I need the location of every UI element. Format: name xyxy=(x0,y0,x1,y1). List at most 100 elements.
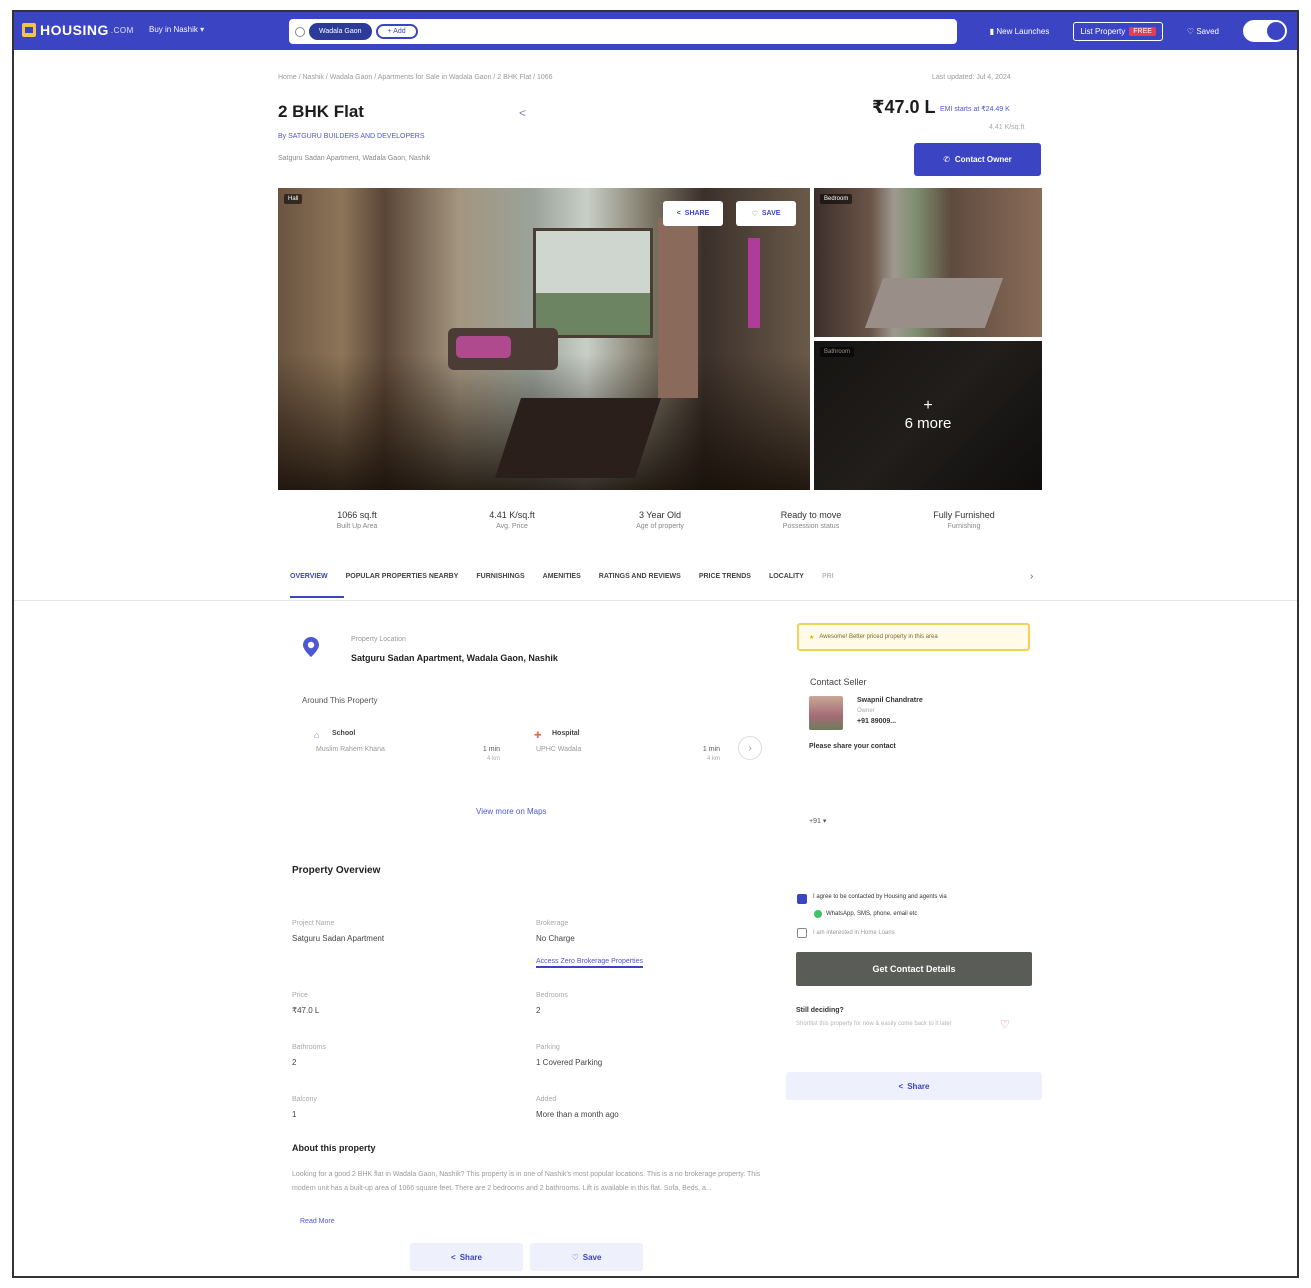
sidebar-share-button[interactable]: < Share xyxy=(786,1072,1042,1100)
seller-avatar xyxy=(809,696,843,730)
city-selector[interactable]: Buy in Nashik ▾ xyxy=(149,25,204,34)
photo-table xyxy=(495,398,661,478)
share-icon[interactable]: < xyxy=(519,106,526,120)
overview-value: 2 xyxy=(536,1006,541,1015)
overview-brokerage: Brokerage No Charge xyxy=(536,920,575,943)
tab-ratings[interactable]: RATINGS AND REVIEWS xyxy=(599,573,681,580)
chevron-right-icon[interactable]: › xyxy=(1030,571,1033,582)
logo-icon xyxy=(22,23,36,37)
country-code-select[interactable]: +91 ▾ xyxy=(809,817,826,825)
housing-logo[interactable]: HOUSING .COM xyxy=(22,22,134,38)
around-card-hospital[interactable]: ✚ Hospital UPHC Wadala 1 min 4 km xyxy=(522,718,732,778)
view-maps-link[interactable]: View more on Maps xyxy=(476,807,547,816)
new-launches-label: New Launches xyxy=(996,26,1050,36)
overview-label: Project Name xyxy=(292,920,335,927)
new-launches-link[interactable]: ▮ New Launches xyxy=(990,27,1050,36)
zero-brokerage-link[interactable]: Access Zero Brokerage Properties xyxy=(536,958,643,968)
search-bar[interactable]: Wadala Gaon + Add xyxy=(289,19,957,44)
emi-link[interactable]: EMI starts at ₹24.49 K xyxy=(940,105,1010,113)
avatar xyxy=(1267,22,1285,40)
highlight-value: 3 Year Old xyxy=(638,510,682,520)
about-title: About this property xyxy=(292,1143,376,1153)
around-title: Around This Property xyxy=(302,696,378,705)
highlight-label: Avg. Price xyxy=(496,523,528,530)
location-value: Satguru Sadan Apartment, Wadala Gaon, Na… xyxy=(351,653,558,663)
overview-title: Property Overview xyxy=(292,865,381,876)
side-photo-2[interactable]: Bathroom + 6 more xyxy=(814,341,1042,490)
home-loan-row: I am interested in Home Loans xyxy=(797,928,895,938)
saved-label: Saved xyxy=(1196,26,1219,36)
around-card-school[interactable]: ⌂ School Muslim Rahem Khana 1 min 4 km xyxy=(302,718,512,778)
saved-link[interactable]: ♡ Saved xyxy=(1187,27,1219,36)
bottom-share-button[interactable]: < Share xyxy=(410,1243,523,1271)
breadcrumb[interactable]: Home / Nashik / Wadala Gaon / Apartments… xyxy=(278,74,553,81)
tab-price-trends[interactable]: PRICE TRENDS xyxy=(699,573,751,580)
heart-icon[interactable]: ♡ xyxy=(1000,1018,1010,1031)
photo-save-button[interactable]: ♡ SAVE xyxy=(736,201,796,226)
highlight-label: Possession status xyxy=(782,523,840,530)
highlight-age: 3 Year Old Age of property xyxy=(585,510,735,530)
highlight-value: 1066 sq.ft xyxy=(337,510,377,520)
contact-owner-button[interactable]: ✆ Contact Owner xyxy=(914,143,1041,176)
seller-name: Swapnil Chandratre xyxy=(857,697,923,704)
tab-truncated[interactable]: PRI xyxy=(822,573,834,580)
bottom-save-button[interactable]: ♡ Save xyxy=(530,1243,643,1271)
overview-value: More than a month ago xyxy=(536,1110,619,1119)
overview-bedrooms: Bedrooms 2 xyxy=(536,992,568,1015)
agree-checkbox[interactable] xyxy=(797,894,807,904)
tab-popular-nearby[interactable]: POPULAR PROPERTIES NEARBY xyxy=(346,573,459,580)
around-time: 4 km xyxy=(706,756,720,762)
carousel-next-button[interactable]: › xyxy=(738,736,762,760)
get-contact-details-button[interactable]: Get Contact Details xyxy=(796,952,1032,986)
hospital-icon: ✚ xyxy=(534,730,542,740)
city-label: Buy in Nashik xyxy=(149,25,198,34)
location-label: Property Location xyxy=(351,636,406,643)
overview-value: 1 Covered Parking xyxy=(536,1058,603,1067)
active-tab-indicator xyxy=(290,596,344,598)
top-nav-bar: HOUSING .COM Buy in Nashik ▾ Wadala Gaon… xyxy=(14,12,1297,50)
seller-phone: +91 89009... xyxy=(857,718,897,725)
photo-share-button[interactable]: < SHARE xyxy=(663,201,723,226)
locality-chip[interactable]: Wadala Gaon xyxy=(309,23,372,40)
overview-added: Added More than a month ago xyxy=(536,1096,619,1119)
profile-menu[interactable] xyxy=(1243,20,1287,42)
photo-tag: Hall xyxy=(284,194,303,204)
tab-furnishings[interactable]: FURNISHINGS xyxy=(476,573,524,580)
still-deciding-title: Still deciding? xyxy=(796,1007,844,1014)
heart-icon: ♡ xyxy=(571,1252,579,1262)
around-name: Muslim Rahem Khana xyxy=(316,746,385,753)
bottom-share-label: Share xyxy=(459,1252,482,1262)
overview-value: 1 xyxy=(292,1110,297,1119)
overview-parking: Parking 1 Covered Parking xyxy=(536,1044,602,1067)
agree-row: I agree to be contacted by Housing and a… xyxy=(797,894,1037,904)
share-icon: < xyxy=(676,210,681,217)
last-updated: Last updated: Jul 4, 2024 xyxy=(932,74,1011,81)
tab-locality[interactable]: LOCALITY xyxy=(769,573,804,580)
add-locality-button[interactable]: + Add xyxy=(375,24,418,39)
location-pin-icon xyxy=(303,637,319,657)
around-type: School xyxy=(332,730,356,737)
tab-overview[interactable]: OVERVIEW xyxy=(290,573,328,580)
channels-text: WhatsApp, SMS, phone, email etc xyxy=(826,911,918,917)
heart-icon: ♡ xyxy=(751,210,758,218)
overview-value: Satguru Sadan Apartment xyxy=(292,934,385,943)
photo-curtain xyxy=(658,218,698,398)
seller-role: Owner xyxy=(857,708,875,714)
home-loan-checkbox[interactable] xyxy=(797,928,807,938)
home-loan-text: I am interested in Home Loans xyxy=(813,930,895,936)
list-property-button[interactable]: List Property FREE xyxy=(1073,21,1163,41)
main-photo[interactable]: Hall < SHARE ♡ SAVE xyxy=(278,188,810,490)
more-photos-overlay[interactable]: + 6 more xyxy=(814,341,1042,490)
share-contact-prompt: Please share your contact xyxy=(809,743,896,750)
section-tabs: OVERVIEW POPULAR PROPERTIES NEARBY FURNI… xyxy=(290,573,834,580)
read-more-link[interactable]: Read More xyxy=(300,1218,335,1225)
highlight-label: Built Up Area xyxy=(336,523,378,530)
tab-amenities[interactable]: AMENITIES xyxy=(543,573,581,580)
around-time: 4 km xyxy=(486,756,500,762)
side-photo-1[interactable]: Bedroom xyxy=(814,188,1042,337)
builder-link[interactable]: By SATGURU BUILDERS AND DEVELOPERS xyxy=(278,133,425,140)
highlight-value: 4.41 K/sq.ft xyxy=(489,510,535,520)
phone-icon: ✆ xyxy=(943,155,950,164)
highlight-possession: Ready to move Possession status xyxy=(736,510,886,530)
free-badge: FREE xyxy=(1129,26,1156,36)
